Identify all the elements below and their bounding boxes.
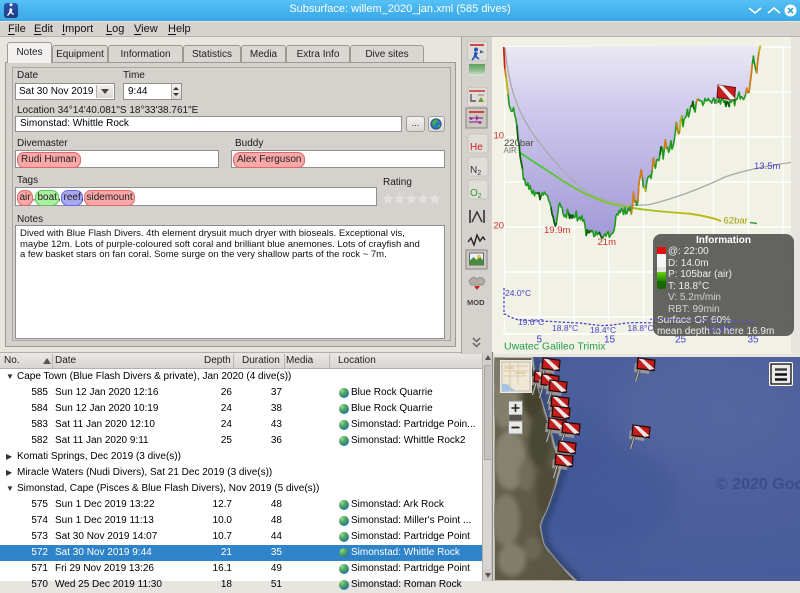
svg-text:13.5m: 13.5m <box>754 161 780 172</box>
svg-text:MOD: MOD <box>467 298 485 307</box>
svg-text:62bar: 62bar <box>724 216 748 227</box>
svg-text:15: 15 <box>604 335 616 346</box>
svg-text:© 2020 Goo: © 2020 Goo <box>716 476 800 493</box>
svg-text:18.4°C: 18.4°C <box>590 325 616 335</box>
svg-text:18.8°C: 18.8°C <box>552 323 578 333</box>
svg-text:18.8°C: 18.8°C <box>708 324 734 334</box>
svg-text:21m: 21m <box>598 237 617 248</box>
svg-text:19.6°C: 19.6°C <box>518 317 544 327</box>
svg-text:10: 10 <box>494 131 505 142</box>
svg-text:AIR: AIR <box>504 146 518 155</box>
svg-text:19.9m: 19.9m <box>544 225 570 236</box>
svg-text:Uwatec Galileo Trimix: Uwatec Galileo Trimix <box>504 341 606 353</box>
svg-text:20: 20 <box>494 221 505 232</box>
svg-text:He: He <box>470 142 483 153</box>
svg-text:24.0°C: 24.0°C <box>505 288 531 298</box>
